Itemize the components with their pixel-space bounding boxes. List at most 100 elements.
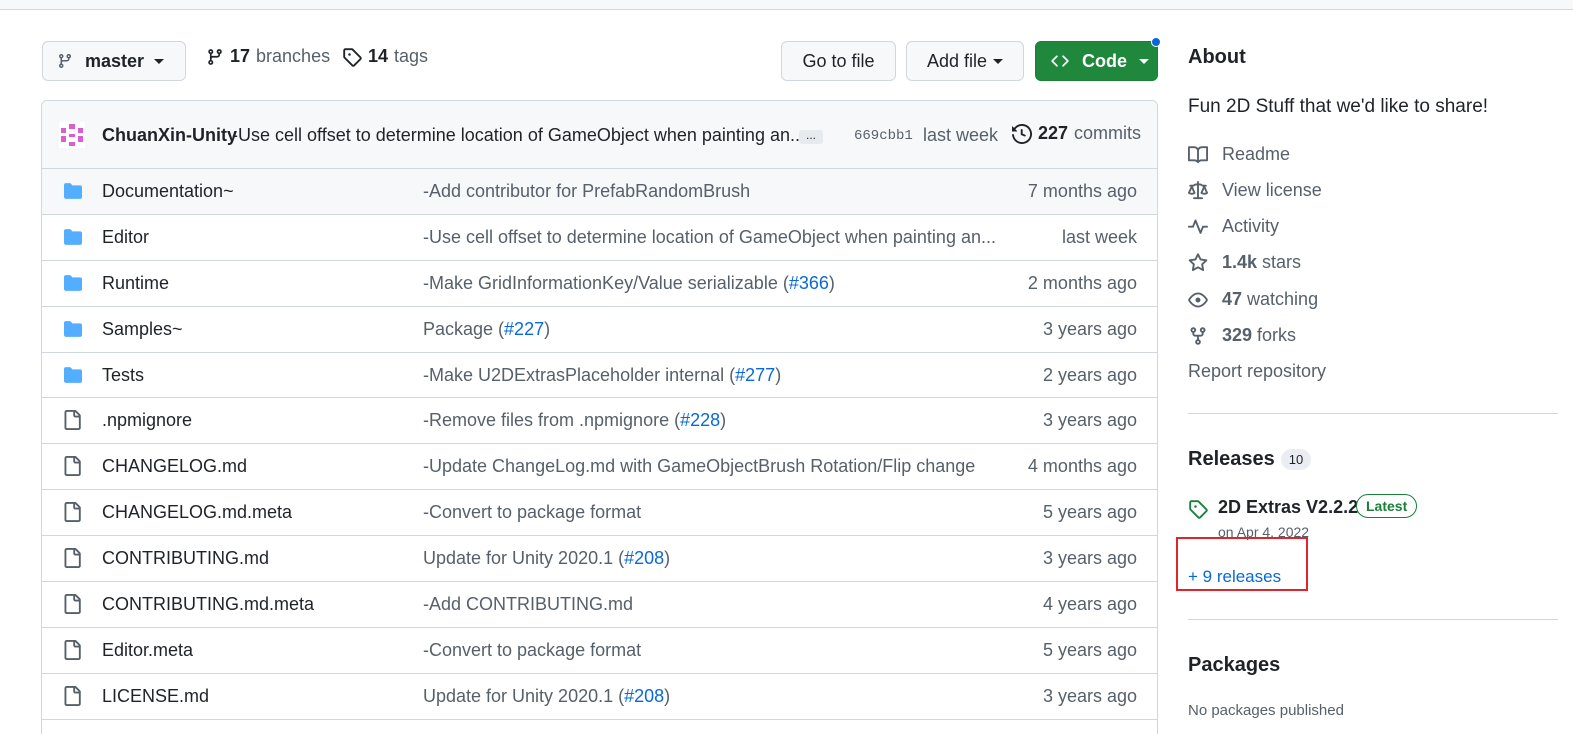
branch-name: master	[85, 50, 145, 71]
stars-link[interactable]: 1.4k stars	[1188, 252, 1301, 273]
divider	[1188, 413, 1558, 414]
pull-request-link[interactable]: #228	[680, 410, 720, 430]
commit-message-text: -Use cell offset to determine location o…	[423, 226, 996, 247]
table-row[interactable]: LICENSE.md Update for Unity 2020.1 (#208)…	[42, 674, 1157, 720]
code-button[interactable]: Code	[1035, 41, 1158, 81]
releases-heading[interactable]: Releases 10	[1188, 448, 1312, 471]
commit-message-link[interactable]: Update for Unity 2020.1 (#208)	[423, 686, 670, 707]
table-row[interactable]: .npmignore -Remove files from .npmignore …	[42, 398, 1157, 445]
watchers-link[interactable]: 47 watching	[1188, 289, 1318, 310]
file-icon	[62, 548, 82, 573]
pull-request-link[interactable]: #277	[735, 365, 775, 385]
table-row[interactable]: Samples~ Package (#227) 3 years ago	[42, 307, 1157, 353]
branch-select-button[interactable]: master	[42, 41, 186, 81]
report-label: Report repository	[1188, 361, 1327, 381]
pull-request-link[interactable]: #208	[624, 548, 664, 568]
file-name-link[interactable]: Editor	[102, 227, 149, 248]
commit-message-link[interactable]: -Make U2DExtrasPlaceholder internal (#27…	[423, 365, 781, 386]
file-list: ChuanXin-Unity -Use cell offset to deter…	[41, 100, 1158, 734]
folder-icon	[62, 366, 84, 389]
commit-message-link[interactable]: -Add contributor for PrefabRandomBrush	[423, 181, 750, 202]
commit-message-link[interactable]: Update for Unity 2020.1 (#208)	[423, 548, 670, 569]
branches-count: 17	[230, 46, 251, 66]
commit-message-link[interactable]: -Update ChangeLog.md with GameObjectBrus…	[423, 456, 975, 477]
file-name-link[interactable]: CHANGELOG.md.meta	[102, 502, 292, 523]
commit-message-suffix: )	[775, 364, 782, 385]
file-name-link[interactable]: Editor.meta	[102, 640, 193, 661]
star-icon	[1188, 252, 1222, 273]
license-link[interactable]: View license	[1188, 180, 1322, 201]
file-name-link[interactable]: CONTRIBUTING.md	[102, 548, 269, 569]
table-row[interactable]: CHANGELOG.md.meta -Convert to package for…	[42, 490, 1157, 537]
readme-link[interactable]: Readme	[1188, 144, 1290, 165]
file-name-link[interactable]: Samples~	[102, 319, 183, 340]
commit-time: last week	[923, 125, 999, 145]
commit-message-link[interactable]: -Remove files from .npmignore (#228)	[423, 410, 726, 431]
divider	[1188, 619, 1558, 620]
latest-release-link[interactable]: 2D Extras V2.2.2	[1218, 497, 1358, 518]
packages-heading[interactable]: Packages	[1188, 654, 1280, 677]
table-row[interactable]: CONTRIBUTING.md Update for Unity 2020.1 (…	[42, 536, 1157, 583]
watching-label: watching	[1247, 289, 1319, 309]
report-repository-link[interactable]: Report repository	[1188, 361, 1326, 382]
notification-dot	[1151, 37, 1161, 47]
table-row[interactable]: Documentation~ -Add contributor for Prefa…	[42, 169, 1157, 215]
file-name-link[interactable]: LICENSE.md	[102, 686, 209, 707]
commit-message-suffix: )	[664, 685, 671, 706]
go-to-file-button[interactable]: Go to file	[781, 41, 896, 81]
releases-title: Releases	[1188, 448, 1275, 470]
file-name-link[interactable]: Runtime	[102, 273, 169, 294]
pull-request-link[interactable]: #208	[624, 686, 664, 706]
commit-message-link[interactable]: -Add CONTRIBUTING.md	[423, 594, 633, 615]
commit-message-link[interactable]: -Convert to package format	[423, 640, 641, 661]
stars-count: 1.4k	[1222, 252, 1258, 272]
branches-link[interactable]: 17 branches	[206, 46, 330, 67]
file-icon	[62, 410, 82, 435]
table-row[interactable]: CHANGELOG.md -Update ChangeLog.md with Ga…	[42, 444, 1157, 491]
add-file-label: Add file	[926, 50, 988, 71]
readme-label: Readme	[1222, 144, 1291, 164]
commit-author[interactable]: ChuanXin-Unity	[102, 125, 237, 146]
file-name-link[interactable]: CONTRIBUTING.md.meta	[102, 594, 314, 615]
commit-message-link[interactable]: -Convert to package format	[423, 502, 641, 523]
file-name-link[interactable]: Documentation~	[102, 181, 234, 202]
commit-sha[interactable]: 669cbb1	[854, 128, 913, 144]
commit-age: 3 years ago	[1042, 685, 1137, 706]
table-row[interactable]: Runtime -Make GridInformationKey/Value se…	[42, 261, 1157, 307]
commit-message-text: -Remove files from .npmignore (	[423, 410, 681, 431]
file-name-link[interactable]: CHANGELOG.md	[102, 456, 247, 477]
file-name-link[interactable]: Tests	[102, 365, 144, 386]
latest-commit-bar: ChuanXin-Unity -Use cell offset to deter…	[42, 101, 1157, 169]
table-row[interactable]: Editor.meta -Convert to package format 5 y…	[42, 628, 1157, 674]
tags-label: tags	[394, 46, 429, 66]
tags-link[interactable]: 14 tags	[342, 46, 428, 67]
commit-age: 5 years ago	[1042, 502, 1137, 523]
activity-link[interactable]: Activity	[1188, 216, 1279, 237]
add-file-button[interactable]: Add file	[906, 41, 1024, 81]
commit-message-link[interactable]: -Use cell offset to determine location o…	[423, 227, 996, 248]
pull-request-link[interactable]: #227	[504, 319, 544, 339]
commit-message-link[interactable]: Package (#227)	[423, 319, 550, 340]
table-row[interactable]: Editor -Use cell offset to determine loca…	[42, 215, 1157, 261]
commit-age: 2 years ago	[1042, 364, 1137, 385]
commit-message-link[interactable]: -Make GridInformationKey/Value serializa…	[423, 273, 835, 294]
commit-message-text: -Convert to package format	[423, 639, 642, 660]
table-row[interactable]: CONTRIBUTING.md.meta -Add CONTRIBUTING.md…	[42, 582, 1157, 628]
eye-icon	[1188, 290, 1222, 310]
code-icon	[1050, 52, 1070, 70]
no-packages-text: No packages published	[1188, 702, 1344, 719]
forks-link[interactable]: 329 forks	[1188, 325, 1296, 346]
commit-message[interactable]: -Use cell offset to determine location o…	[232, 125, 805, 146]
avatar[interactable]	[59, 122, 85, 148]
latest-badge: Latest	[1356, 494, 1418, 518]
table-row[interactable]: Tests -Make U2DExtrasPlaceholder internal…	[42, 353, 1157, 399]
expand-commit-message-button[interactable]: ...	[799, 129, 823, 144]
highlight-box	[1176, 537, 1308, 591]
commits-link[interactable]: 227 commits	[1012, 123, 1141, 144]
file-name-link[interactable]: .npmignore	[102, 410, 192, 431]
fork-icon	[1188, 326, 1222, 346]
pull-request-link[interactable]: #366	[789, 273, 829, 293]
about-description: Fun 2D Stuff that we'd like to share!	[1188, 96, 1489, 117]
tag-icon	[342, 47, 362, 67]
branch-icon	[206, 47, 224, 67]
